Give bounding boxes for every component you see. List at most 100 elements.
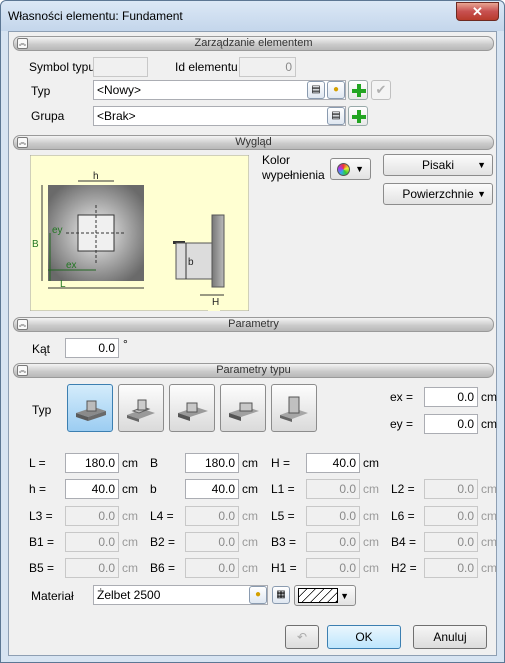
dim-b-label: b <box>188 257 194 268</box>
param-field: 0.0 <box>306 558 360 578</box>
param-label: L5 = <box>271 509 295 523</box>
section-title: Wygląd <box>235 136 272 148</box>
symbol-type-label: Symbol typu <box>29 60 96 74</box>
group-label: Grupa <box>31 109 65 123</box>
ey-field[interactable]: 0.0 <box>424 414 478 434</box>
chevron-down-icon: ▼ <box>477 160 486 170</box>
param-label: H2 = <box>391 561 417 575</box>
type-stepped-footing-2-button[interactable] <box>220 384 266 432</box>
surfaces-button-label: Powierzchnie <box>402 187 474 201</box>
surfaces-button[interactable]: Powierzchnie ▼ <box>383 183 493 205</box>
param-unit: cm <box>363 509 379 523</box>
footing-section <box>211 214 225 288</box>
undo-button[interactable]: ↶ <box>285 625 319 649</box>
type-socket-footing-button[interactable] <box>271 384 317 432</box>
collapse-icon[interactable]: ︽ <box>17 319 28 330</box>
collapse-icon[interactable]: ︽ <box>17 365 28 376</box>
angle-label: Kąt <box>32 342 51 356</box>
confirm-type-button[interactable]: ✔ <box>371 80 391 100</box>
flat-footing-icon <box>76 400 106 421</box>
material-label: Materiał <box>31 589 74 603</box>
stepped-footing-2-icon <box>229 402 259 421</box>
section-header-appearance[interactable]: ︽ Wygląd <box>13 135 494 150</box>
chevron-down-icon: ▼ <box>355 164 364 174</box>
type-lightbulb-icon[interactable]: ● <box>327 81 345 99</box>
param-label: h = <box>29 482 47 496</box>
param-unit: cm <box>122 535 138 549</box>
param-unit: cm <box>363 456 379 470</box>
param-field[interactable]: 180.0 <box>65 453 119 473</box>
section-header-type-parameters[interactable]: ︽ Parametry typu <box>13 363 494 378</box>
add-type-button[interactable] <box>348 80 368 100</box>
param-field: 0.0 <box>306 532 360 552</box>
chevron-down-icon: ▼ <box>340 591 349 601</box>
stepped-footing-icon <box>178 402 208 421</box>
param-field[interactable]: 180.0 <box>185 453 239 473</box>
param-label: B5 = <box>29 561 55 575</box>
param-field[interactable]: 40.0 <box>306 453 360 473</box>
param-unit: cm <box>122 509 138 523</box>
shape-type-label: Typ <box>32 403 52 417</box>
sloped-footing-icon <box>127 399 155 422</box>
hatch-pattern-icon <box>298 588 338 603</box>
dialog-footer: ↶ OK Anuluj <box>9 622 496 655</box>
ex-field[interactable]: 0.0 <box>424 387 478 407</box>
collapse-icon[interactable]: ︽ <box>17 38 28 49</box>
type-stepped-footing-button[interactable] <box>169 384 215 432</box>
param-label: B1 = <box>29 535 55 549</box>
group-library-icon[interactable]: ▤ <box>327 107 345 125</box>
angle-unit: ° <box>123 337 128 351</box>
pens-button[interactable]: Pisaki ▼ <box>383 154 493 176</box>
dialog-body: ︽ Zarządzanie elementem Symbol typu Id e… <box>8 31 497 656</box>
type-sloped-footing-button[interactable] <box>118 384 164 432</box>
param-label: H1 = <box>271 561 297 575</box>
type-flat-footing-button[interactable] <box>67 384 113 432</box>
title-bar[interactable]: Własności elementu: Fundament ✕ <box>1 1 504 31</box>
param-label: L4 = <box>150 509 174 523</box>
param-unit: cm <box>363 482 379 496</box>
material-lightbulb-icon[interactable]: ● <box>249 586 267 604</box>
param-label: L2 = <box>391 482 415 496</box>
param-label: H = <box>271 456 291 470</box>
material-select[interactable]: Żelbet 2500 <box>93 585 268 605</box>
param-field: 0.0 <box>65 558 119 578</box>
fill-color-label-2: wypełnienia <box>262 168 325 182</box>
window-title: Własności elementu: Fundament <box>8 9 183 23</box>
element-id-label: Id elementu <box>175 60 238 74</box>
param-label: L = <box>29 456 46 470</box>
param-field: 0.0 <box>185 558 239 578</box>
group-select[interactable]: <Brak> <box>93 106 346 126</box>
param-unit: cm <box>481 509 497 523</box>
param-field[interactable]: 40.0 <box>185 479 239 499</box>
param-unit: cm <box>122 456 138 470</box>
collapse-icon[interactable]: ︽ <box>17 137 28 148</box>
add-group-button[interactable] <box>348 106 368 126</box>
color-wheel-icon <box>337 163 350 176</box>
section-title: Parametry <box>228 318 279 330</box>
param-label: B2 = <box>150 535 176 549</box>
material-properties-icon[interactable]: ▦ <box>272 586 290 604</box>
hatch-pattern-dropdown[interactable]: ▼ <box>294 585 356 606</box>
param-field: 0.0 <box>65 532 119 552</box>
cancel-button[interactable]: Anuluj <box>413 625 487 649</box>
param-unit: cm <box>242 456 258 470</box>
param-field: 0.0 <box>424 506 478 526</box>
ex-unit: cm <box>481 390 497 404</box>
dim-H-label: H <box>212 297 219 308</box>
param-unit: cm <box>481 535 497 549</box>
param-unit: cm <box>122 482 138 496</box>
param-unit: cm <box>363 561 379 575</box>
ok-button[interactable]: OK <box>327 625 401 649</box>
param-field: 0.0 <box>185 532 239 552</box>
angle-field[interactable]: 0.0 <box>65 338 119 358</box>
symbol-type-field <box>93 57 148 77</box>
section-header-management[interactable]: ︽ Zarządzanie elementem <box>13 36 494 51</box>
param-field: 0.0 <box>65 506 119 526</box>
fill-color-dropdown[interactable]: ▼ <box>330 158 371 180</box>
section-header-parameters[interactable]: ︽ Parametry <box>13 317 494 332</box>
section-title: Parametry typu <box>216 364 291 376</box>
close-button[interactable]: ✕ <box>456 2 499 21</box>
param-field[interactable]: 40.0 <box>65 479 119 499</box>
type-library-icon[interactable]: ▤ <box>307 81 325 99</box>
ey-label: ey = <box>390 417 414 431</box>
